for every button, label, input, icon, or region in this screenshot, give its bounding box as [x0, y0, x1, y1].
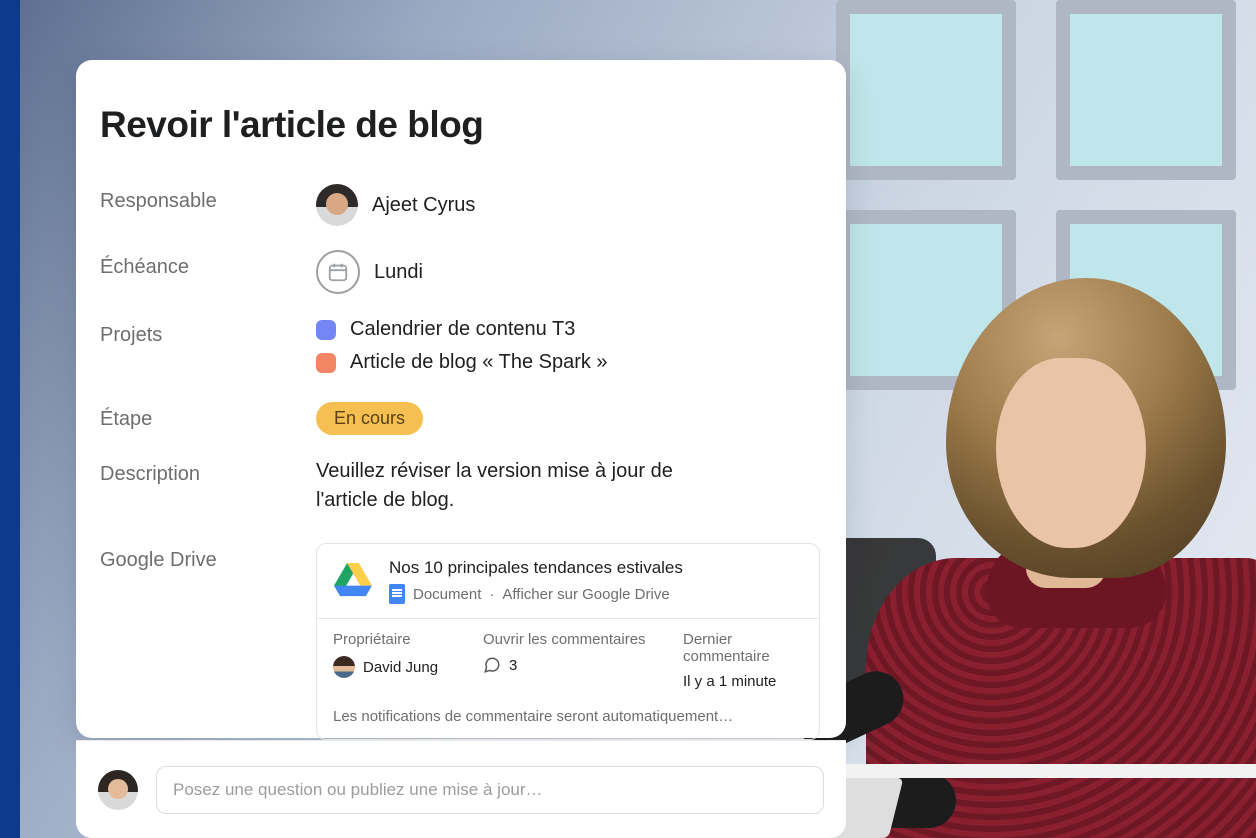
comment-input-wrapper[interactable] [156, 766, 824, 814]
field-due-date: Échéance Lundi [100, 250, 810, 294]
due-date-value[interactable]: Lundi [316, 250, 810, 294]
field-projects: Projets Calendrier de contenu T3 Article… [100, 318, 810, 384]
project-color-swatch [316, 320, 336, 340]
google-doc-icon [389, 584, 405, 604]
gdrive-open-link[interactable]: Afficher sur Google Drive [502, 586, 669, 603]
label-projects: Projets [100, 318, 316, 347]
field-assignee: Responsable Ajeet Cyrus [100, 184, 810, 226]
project-name: Calendrier de contenu T3 [350, 318, 575, 341]
label-description: Description [100, 457, 316, 486]
calendar-icon [316, 250, 360, 294]
project-chip-1[interactable]: Article de blog « The Spark » [316, 351, 810, 374]
label-stage: Étape [100, 402, 316, 431]
project-color-swatch [316, 353, 336, 373]
gdrive-open-comments-label: Ouvrir les commentaires [483, 631, 663, 648]
comment-input[interactable] [173, 780, 807, 800]
gdrive-owner-name: David Jung [363, 659, 438, 676]
decorative-person-photo [786, 198, 1256, 838]
gdrive-file-type: Document [413, 586, 481, 603]
field-description: Description Veuillez réviser la version … [100, 457, 810, 515]
gdrive-attachment-card[interactable]: Nos 10 principales tendances estivales D… [316, 543, 820, 740]
field-google-drive: Google Drive No [100, 543, 810, 740]
comment-composer-bar [76, 740, 846, 838]
assignee-value[interactable]: Ajeet Cyrus [316, 184, 810, 226]
label-assignee: Responsable [100, 184, 316, 213]
task-title[interactable]: Revoir l'article de blog [100, 104, 810, 146]
gdrive-comments-count: 3 [509, 657, 517, 674]
description-text[interactable]: Veuillez réviser la version mise à jour … [316, 457, 716, 515]
stage-pill[interactable]: En cours [316, 402, 423, 435]
project-chip-0[interactable]: Calendrier de contenu T3 [316, 318, 810, 341]
background-scene: Revoir l'article de blog Responsable Aje… [0, 0, 1256, 838]
label-due-date: Échéance [100, 250, 316, 279]
owner-avatar [333, 656, 355, 678]
current-user-avatar [98, 770, 138, 810]
label-google-drive: Google Drive [100, 543, 316, 572]
gdrive-last-comment-label: Dernier commentaire [683, 631, 803, 665]
task-detail-pane: Revoir l'article de blog Responsable Aje… [76, 60, 846, 738]
comment-icon [483, 656, 501, 674]
gdrive-owner-label: Propriétaire [333, 631, 463, 648]
assignee-name: Ajeet Cyrus [372, 194, 475, 217]
gdrive-file-title: Nos 10 principales tendances estivales [389, 558, 683, 578]
field-stage: Étape En cours [100, 402, 810, 435]
decorative-strip [0, 0, 20, 838]
google-drive-icon [331, 558, 375, 602]
due-date-text: Lundi [374, 261, 423, 284]
gdrive-last-comment-value: Il y a 1 minute [683, 673, 776, 690]
gdrive-footer-note: Les notifications de commentaire seront … [317, 700, 819, 739]
project-name: Article de blog « The Spark » [350, 351, 608, 374]
assignee-avatar [316, 184, 358, 226]
